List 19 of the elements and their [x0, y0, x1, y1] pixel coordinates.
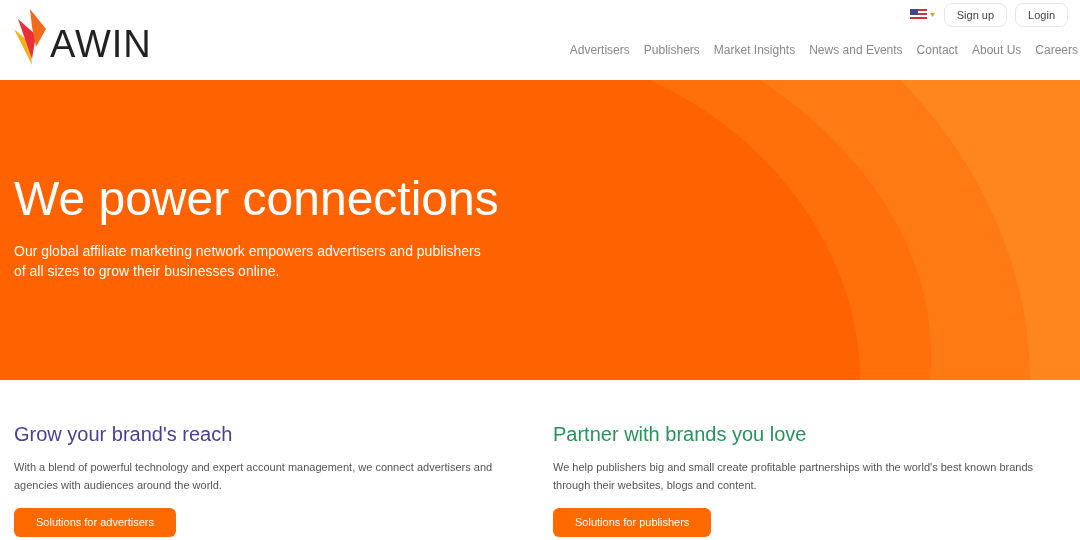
solutions-button[interactable]: Solutions for publishers	[553, 508, 712, 537]
nav-link[interactable]: Market Insights	[713, 41, 796, 59]
section-heading: Partner with brands you love	[553, 422, 808, 446]
hero-title: We power connections	[14, 175, 500, 223]
nav-link[interactable]: About Us	[971, 41, 1022, 59]
nav-link[interactable]: News and Events	[809, 41, 903, 59]
nav-link[interactable]: Publishers	[643, 41, 700, 59]
nav-link[interactable]: Careers	[1035, 41, 1078, 59]
hero-subtitle: Our global affiliate marketing network empowers advertisers and publishers of all sizes to grow their businesses online.	[14, 242, 482, 281]
nav-link[interactable]: Contact	[916, 41, 958, 59]
login-button[interactable]: Login	[1015, 3, 1068, 27]
section-heading: Grow your brand's reach	[14, 422, 234, 446]
nav-link[interactable]: Advertisers	[569, 41, 630, 59]
section-text: With a blend of powerful technology and expert account management, we connect advertisers and agencies with audiences around the world.	[14, 460, 494, 493]
section-text: We help publishers big and small create profitable partnerships with the world's best known brands through their websites, blogs and content.	[553, 460, 1035, 493]
solutions-button[interactable]: Solutions for advertisers	[14, 508, 176, 537]
flag-icon[interactable]	[909, 9, 936, 21]
logo-text: AWIN	[50, 25, 152, 63]
sign-up-button[interactable]: Sign up	[943, 3, 1008, 27]
